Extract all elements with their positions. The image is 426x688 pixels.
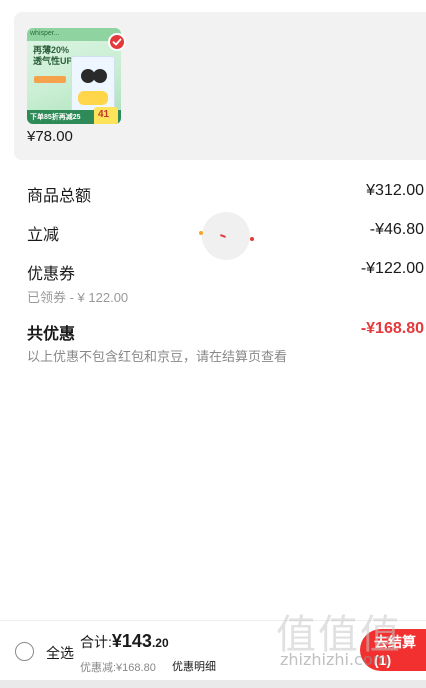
spinner-dot-red xyxy=(250,237,254,241)
coupon-claimed-text: 已领券 - ¥ 122.00 xyxy=(27,290,129,305)
goods-total-label: 商品总额 xyxy=(27,188,92,205)
total-integer: 143 xyxy=(121,631,152,651)
total-prefix: 合计: xyxy=(80,634,112,650)
total-amount: 合计:¥143.20 xyxy=(80,631,169,652)
total-decimal: .20 xyxy=(151,636,169,650)
goods-total-value: ¥312.00 xyxy=(366,182,424,199)
thumbnail-package-image xyxy=(71,56,115,114)
product-thumbnail[interactable]: whisper... 再薄20% 透气性UP 下单85折再减25 41 xyxy=(27,28,121,124)
total-discount-label: 共优惠 xyxy=(27,326,76,343)
discount-note: 以上优惠不包含红包和京豆，请在结算页查看 xyxy=(27,349,288,364)
select-all-label[interactable]: 全选 xyxy=(46,643,74,663)
thumbnail-price-text: 41 xyxy=(98,109,110,120)
product-price: ¥78.00 xyxy=(27,128,73,145)
instant-discount-label: 立减 xyxy=(27,227,60,244)
bottom-strip xyxy=(0,680,426,688)
thumbnail-tag xyxy=(34,76,66,83)
checkout-button[interactable]: 去结算(1) xyxy=(360,629,426,671)
discount-detail-link[interactable]: 优惠明细 xyxy=(172,658,216,674)
checkout-bar: 全选 合计:¥143.20 优惠减:¥168.80 优惠明细 去结算(1) xyxy=(0,620,426,680)
select-all-checkbox[interactable] xyxy=(15,642,34,661)
loading-spinner xyxy=(199,212,254,260)
spinner-dot-orange xyxy=(199,231,203,235)
product-card[interactable]: whisper... 再薄20% 透气性UP 下单85折再减25 41 ¥78.… xyxy=(14,12,426,160)
thumbnail-price-badge: 41 xyxy=(94,107,118,124)
thumbnail-top-strip: whisper... xyxy=(27,28,121,41)
spinner-dash xyxy=(219,234,227,238)
thumbnail-brand-text: whisper... xyxy=(30,30,60,37)
selected-check-icon[interactable] xyxy=(108,33,126,51)
coupon-label: 优惠券 xyxy=(27,266,76,283)
thumbnail-promo-text: 下单85折再减25 xyxy=(30,114,81,121)
total-discount-value: -¥168.80 xyxy=(360,320,424,337)
coupon-value: -¥122.00 xyxy=(360,260,424,277)
discount-summary: 优惠减:¥168.80 xyxy=(80,662,156,674)
instant-discount-value: -¥46.80 xyxy=(369,221,424,238)
total-currency: ¥ xyxy=(111,631,122,651)
